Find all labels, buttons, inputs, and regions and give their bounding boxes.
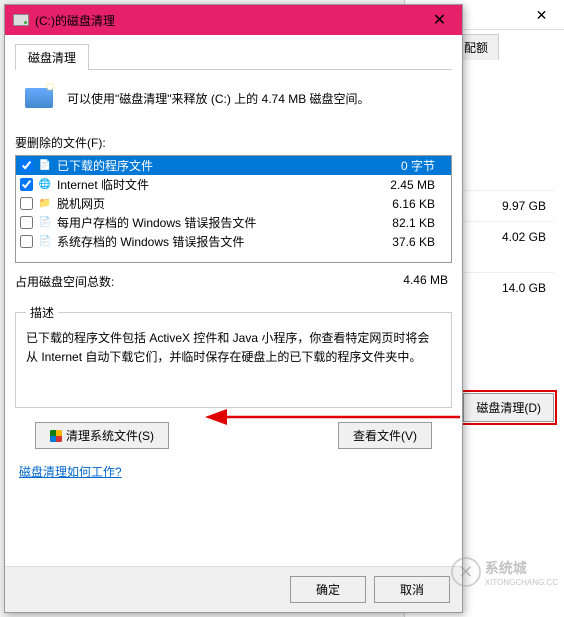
file-size: 0 字节 — [377, 157, 447, 174]
description-group: 描述 已下载的程序文件包括 ActiveX 控件和 Java 小程序，你查看特定… — [15, 304, 452, 408]
file-item[interactable]: 📄每用户存档的 Windows 错误报告文件 82.1 KB — [16, 213, 451, 232]
cleanup-icon — [23, 82, 55, 114]
clean-system-files-button[interactable]: 清理系统文件(S) — [35, 422, 169, 449]
uac-shield-icon — [50, 430, 62, 442]
tab-disk-cleanup[interactable]: 磁盘清理 — [15, 44, 89, 70]
file-name: 系统存档的 Windows 错误报告文件 — [57, 233, 373, 250]
watermark-icon: ✕ — [451, 557, 481, 587]
info-row: 可以使用"磁盘清理"来释放 (C:) 上的 4.74 MB 磁盘空间。 — [15, 70, 452, 126]
clean-system-files-label: 清理系统文件(S) — [66, 427, 154, 444]
file-size: 37.6 KB — [377, 235, 447, 249]
watermark-sub: XITONGCHANG.CC — [485, 578, 558, 587]
file-type-icon: 🌐 — [37, 177, 53, 193]
description-text: 已下载的程序文件包括 ActiveX 控件和 Java 小程序，你查看特定网页时… — [26, 329, 441, 367]
total-value: 4.46 MB — [403, 273, 448, 290]
file-list[interactable]: 📄已下载的程序文件0 字节🌐Internet 临时文件2.45 MB📁脱机网页6… — [15, 155, 452, 263]
ok-button[interactable]: 确定 — [290, 576, 366, 603]
files-to-delete-label: 要删除的文件(F): — [15, 126, 452, 155]
cancel-button[interactable]: 取消 — [374, 576, 450, 603]
file-size: 2.45 MB — [377, 178, 447, 192]
file-size: 6.16 KB — [377, 197, 447, 211]
file-item[interactable]: 📁脱机网页 6.16 KB — [16, 194, 451, 213]
file-item[interactable]: 🌐Internet 临时文件 2.45 MB — [16, 175, 451, 194]
total-label: 占用磁盘空间总数: — [15, 273, 114, 290]
file-type-icon: 📄 — [37, 234, 53, 250]
dialog-titlebar: (C:)的磁盘清理 ✕ — [5, 5, 462, 35]
file-size: 82.1 KB — [377, 216, 447, 230]
dialog-footer: 确定 取消 — [5, 566, 462, 612]
file-name: 脱机网页 — [57, 195, 373, 212]
disk-cleanup-button[interactable]: 磁盘清理(D) — [463, 393, 554, 422]
disk-cleanup-dialog: (C:)的磁盘清理 ✕ 磁盘清理 可以使用"磁盘清理"来释放 (C:) 上的 4… — [4, 4, 463, 613]
file-name: 每用户存档的 Windows 错误报告文件 — [57, 214, 373, 231]
file-name: 已下载的程序文件 — [57, 157, 373, 174]
bg-close-button[interactable]: ✕ — [519, 0, 564, 30]
file-checkbox[interactable] — [20, 235, 33, 248]
watermark-text: 系统城 — [485, 558, 558, 578]
file-type-icon: 📄 — [37, 158, 53, 174]
file-type-icon: 📄 — [37, 215, 53, 231]
description-title: 描述 — [26, 304, 58, 321]
file-checkbox[interactable] — [20, 197, 33, 210]
file-item[interactable]: 📄系统存档的 Windows 错误报告文件 37.6 KB — [16, 232, 451, 251]
dialog-close-button[interactable]: ✕ — [417, 5, 462, 35]
dialog-title: (C:)的磁盘清理 — [35, 12, 115, 29]
total-row: 占用磁盘空间总数: 4.46 MB — [15, 263, 452, 300]
file-name: Internet 临时文件 — [57, 176, 373, 193]
how-does-cleanup-work-link[interactable]: 磁盘清理如何工作? — [15, 453, 122, 480]
watermark: ✕ 系统城 XITONGCHANG.CC — [451, 557, 558, 587]
file-checkbox[interactable] — [20, 178, 33, 191]
dialog-tab-strip: 磁盘清理 — [15, 43, 452, 70]
file-item[interactable]: 📄已下载的程序文件0 字节 — [16, 156, 451, 175]
drive-icon — [13, 14, 29, 26]
file-checkbox[interactable] — [20, 216, 33, 229]
info-text: 可以使用"磁盘清理"来释放 (C:) 上的 4.74 MB 磁盘空间。 — [67, 90, 370, 107]
view-files-button[interactable]: 查看文件(V) — [338, 422, 432, 449]
file-type-icon: 📁 — [37, 196, 53, 212]
file-checkbox[interactable] — [20, 159, 33, 172]
